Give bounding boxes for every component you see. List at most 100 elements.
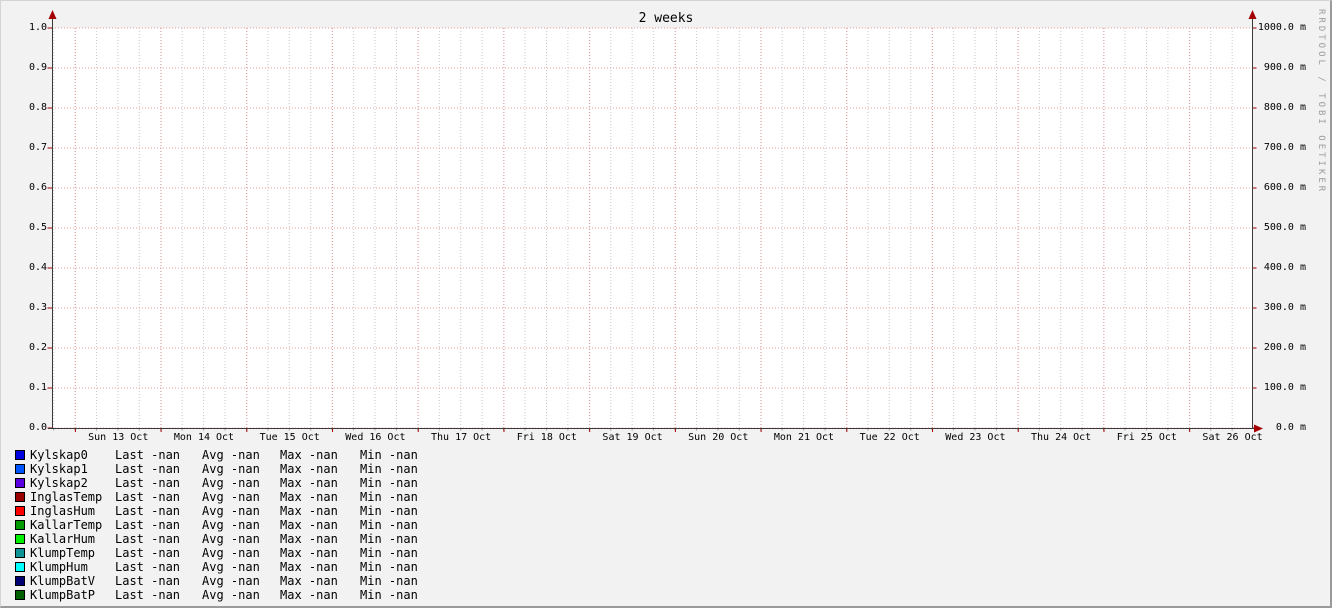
x-axis-label: Sun 13 Oct [73, 432, 163, 444]
legend-stat-avg: Avg -nan [202, 490, 280, 504]
legend-stat-avg: Avg -nan [202, 462, 280, 476]
legend-row: KlumpTempLast -nanAvg -nanMax -nanMin -n… [15, 546, 430, 560]
x-axis-label: Thu 24 Oct [1016, 432, 1106, 444]
y-axis-left-label: 0.9 [7, 62, 47, 74]
legend-series-name: Kylskap1 [30, 462, 115, 476]
legend-series-name: Kylskap2 [30, 476, 115, 490]
chart-title: 2 weeks [1, 11, 1331, 26]
legend-stat-avg: Avg -nan [202, 546, 280, 560]
legend-stat-max: Max -nan [280, 448, 360, 462]
legend-row: Kylskap1Last -nanAvg -nanMax -nanMin -na… [15, 462, 430, 476]
legend-stat-avg: Avg -nan [202, 560, 280, 574]
legend-stat-avg: Avg -nan [202, 532, 280, 546]
x-axis-label: Wed 23 Oct [930, 432, 1020, 444]
legend-stat-last: Last -nan [115, 504, 202, 518]
legend-stat-last: Last -nan [115, 518, 202, 532]
legend-stat-min: Min -nan [360, 560, 430, 574]
y-axis-left-label: 1.0 [7, 22, 47, 34]
y-axis-left-label: 0.4 [7, 262, 47, 274]
legend-stat-last: Last -nan [115, 448, 202, 462]
legend-stat-max: Max -nan [280, 588, 360, 602]
legend-row: KallarTempLast -nanAvg -nanMax -nanMin -… [15, 518, 430, 532]
legend-color-swatch [15, 506, 25, 516]
y-axis-right-label: 0.0 m [1257, 422, 1306, 434]
legend-stat-min: Min -nan [360, 476, 430, 490]
legend-series-name: Kylskap0 [30, 448, 115, 462]
y-axis-left-label: 0.2 [7, 342, 47, 354]
y-axis-left-label: 0.8 [7, 102, 47, 114]
legend-stat-avg: Avg -nan [202, 588, 280, 602]
y-axis-right-label: 600.0 m [1257, 182, 1306, 194]
legend-row: Kylskap0Last -nanAvg -nanMax -nanMin -na… [15, 448, 430, 462]
legend-series-name: InglasTemp [30, 490, 115, 504]
legend-stat-last: Last -nan [115, 588, 202, 602]
x-axis-label: Fri 25 Oct [1102, 432, 1192, 444]
legend-stat-max: Max -nan [280, 490, 360, 504]
legend-series-name: KlumpTemp [30, 546, 115, 560]
y-axis-right-label: 300.0 m [1257, 302, 1306, 314]
y-axis-left-label: 0.3 [7, 302, 47, 314]
y-axis-left-label: 0.0 [7, 422, 47, 434]
legend-stat-min: Min -nan [360, 588, 430, 602]
y-axis-right-label: 100.0 m [1257, 382, 1306, 394]
legend-color-swatch [15, 520, 25, 530]
legend-stat-max: Max -nan [280, 462, 360, 476]
legend-stat-max: Max -nan [280, 574, 360, 588]
legend-stat-avg: Avg -nan [202, 504, 280, 518]
legend-color-swatch [15, 492, 25, 502]
legend-stat-min: Min -nan [360, 462, 430, 476]
legend-color-swatch [15, 464, 25, 474]
legend-stat-min: Min -nan [360, 532, 430, 546]
legend-row: KlumpBatPLast -nanAvg -nanMax -nanMin -n… [15, 588, 430, 602]
y-axis-left-label: 0.7 [7, 142, 47, 154]
legend-stat-last: Last -nan [115, 532, 202, 546]
x-axis-label: Thu 17 Oct [416, 432, 506, 444]
legend-stat-min: Min -nan [360, 504, 430, 518]
legend-series-name: KallarHum [30, 532, 115, 546]
legend-row: InglasTempLast -nanAvg -nanMax -nanMin -… [15, 490, 430, 504]
legend-stat-avg: Avg -nan [202, 476, 280, 490]
y-axis-left-label: 0.6 [7, 182, 47, 194]
legend-stat-min: Min -nan [360, 490, 430, 504]
legend-color-swatch [15, 562, 25, 572]
legend-stat-min: Min -nan [360, 546, 430, 560]
legend-series-name: KlumpHum [30, 560, 115, 574]
legend-row: KlumpBatVLast -nanAvg -nanMax -nanMin -n… [15, 574, 430, 588]
legend-color-swatch [15, 478, 25, 488]
legend-stat-avg: Avg -nan [202, 518, 280, 532]
legend-stat-avg: Avg -nan [202, 574, 280, 588]
legend-row: Kylskap2Last -nanAvg -nanMax -nanMin -na… [15, 476, 430, 490]
legend-stat-max: Max -nan [280, 560, 360, 574]
legend-stat-last: Last -nan [115, 546, 202, 560]
legend-stat-min: Min -nan [360, 574, 430, 588]
legend-color-swatch [15, 590, 25, 600]
x-axis-label: Tue 15 Oct [245, 432, 335, 444]
legend-stat-max: Max -nan [280, 546, 360, 560]
legend-stat-max: Max -nan [280, 532, 360, 546]
rrdtool-graph: 2 weeks Sun 13 OctMon 14 OctTue 15 OctWe… [0, 0, 1332, 608]
x-axis-label: Fri 18 Oct [502, 432, 592, 444]
x-axis-label: Wed 16 Oct [330, 432, 420, 444]
x-axis-label: Mon 14 Oct [159, 432, 249, 444]
legend-stat-last: Last -nan [115, 560, 202, 574]
legend-stat-max: Max -nan [280, 504, 360, 518]
legend-color-swatch [15, 450, 25, 460]
y-axis-right-label: 900.0 m [1257, 62, 1306, 74]
x-axis-label: Sat 19 Oct [588, 432, 678, 444]
legend-stat-last: Last -nan [115, 574, 202, 588]
legend-color-swatch [15, 576, 25, 586]
legend-stat-avg: Avg -nan [202, 448, 280, 462]
legend-color-swatch [15, 548, 25, 558]
legend-row: InglasHumLast -nanAvg -nanMax -nanMin -n… [15, 504, 430, 518]
y-axis-right-label: 400.0 m [1257, 262, 1306, 274]
legend-stat-max: Max -nan [280, 476, 360, 490]
legend-stat-min: Min -nan [360, 448, 430, 462]
legend-row: KallarHumLast -nanAvg -nanMax -nanMin -n… [15, 532, 430, 546]
legend-series-name: InglasHum [30, 504, 115, 518]
y-axis-left-label: 0.5 [7, 222, 47, 234]
y-axis-right-label: 200.0 m [1257, 342, 1306, 354]
legend-series-name: KallarTemp [30, 518, 115, 532]
y-axis-right-label: 1000.0 m [1257, 22, 1306, 34]
y-axis-left-label: 0.1 [7, 382, 47, 394]
legend-stat-max: Max -nan [280, 518, 360, 532]
